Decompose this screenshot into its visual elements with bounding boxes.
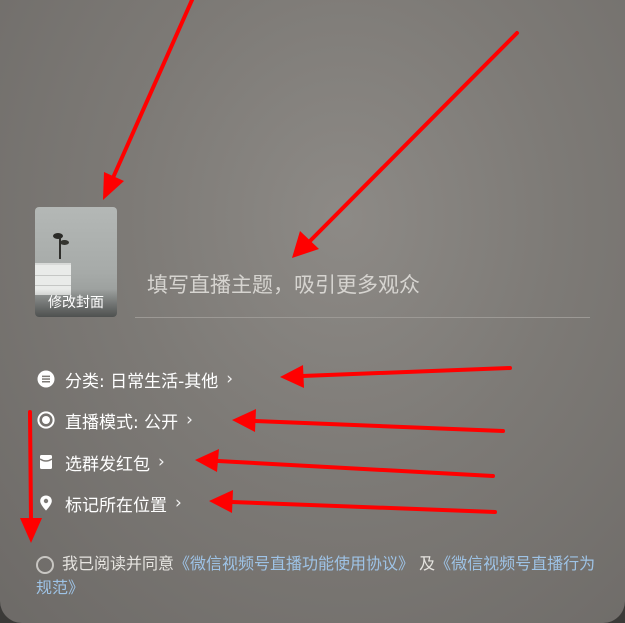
cover-plant-stem: [59, 237, 61, 259]
radio-target-icon: [37, 411, 55, 429]
annotation-arrow: [306, 31, 519, 245]
location-label: 标记所在位置: [65, 495, 167, 516]
live-setup-screen: 修改封面 分类: 日常生活-其他 › 直播模式: 公开 ›: [0, 0, 625, 623]
annotation-arrow: [253, 419, 505, 433]
location-option[interactable]: 标记所在位置 ›: [37, 490, 182, 516]
annotation-arrowhead: [292, 231, 319, 258]
live-function-agreement-link[interactable]: 《微信视频号直播功能使用协议》: [174, 554, 414, 573]
red-packet-option[interactable]: 选群发红包 ›: [37, 449, 165, 475]
title-divider: [135, 317, 590, 318]
chevron-right-icon: ›: [226, 369, 234, 389]
annotation-arrowhead: [103, 172, 124, 200]
annotation-arrow: [28, 410, 33, 522]
agreement-conjunction: 及: [414, 554, 436, 573]
red-packet-label: 选群发红包: [65, 454, 150, 475]
cover-plant-leaf: [60, 240, 69, 245]
red-packet-icon: [37, 453, 55, 471]
annotation-arrowhead: [280, 365, 304, 388]
live-mode-label: 直播模式: 公开: [65, 412, 179, 433]
annotation-arrowhead: [232, 409, 256, 432]
annotation-arrowhead: [20, 518, 42, 543]
annotation-arrow: [300, 366, 512, 378]
cover-image[interactable]: 修改封面: [35, 207, 117, 317]
agreement-prefix: 我已阅读并同意: [62, 554, 175, 573]
annotation-arrowhead: [195, 449, 219, 472]
agreement-radio[interactable]: [36, 556, 54, 574]
agreement-row: 我已阅读并同意《微信视频号直播功能使用协议》 及《微信视频号直播行为规范》: [36, 552, 596, 600]
edit-cover-label[interactable]: 修改封面: [35, 289, 117, 317]
category-label: 分类: 日常生活-其他: [65, 371, 219, 392]
annotation-arrow: [230, 500, 497, 514]
live-mode-option[interactable]: 直播模式: 公开 ›: [37, 407, 193, 433]
category-option[interactable]: 分类: 日常生活-其他 ›: [37, 366, 233, 392]
annotation-arrowhead: [209, 490, 233, 513]
annotation-arrow: [110, 0, 194, 182]
location-pin-icon: [37, 494, 55, 512]
chevron-right-icon: ›: [158, 452, 165, 472]
cover-plant-leaf: [53, 233, 63, 239]
list-icon: [37, 370, 55, 388]
chevron-right-icon: ›: [186, 410, 193, 430]
live-title-input[interactable]: [147, 268, 587, 302]
chevron-right-icon: ›: [175, 493, 182, 513]
annotation-arrow: [216, 459, 495, 478]
